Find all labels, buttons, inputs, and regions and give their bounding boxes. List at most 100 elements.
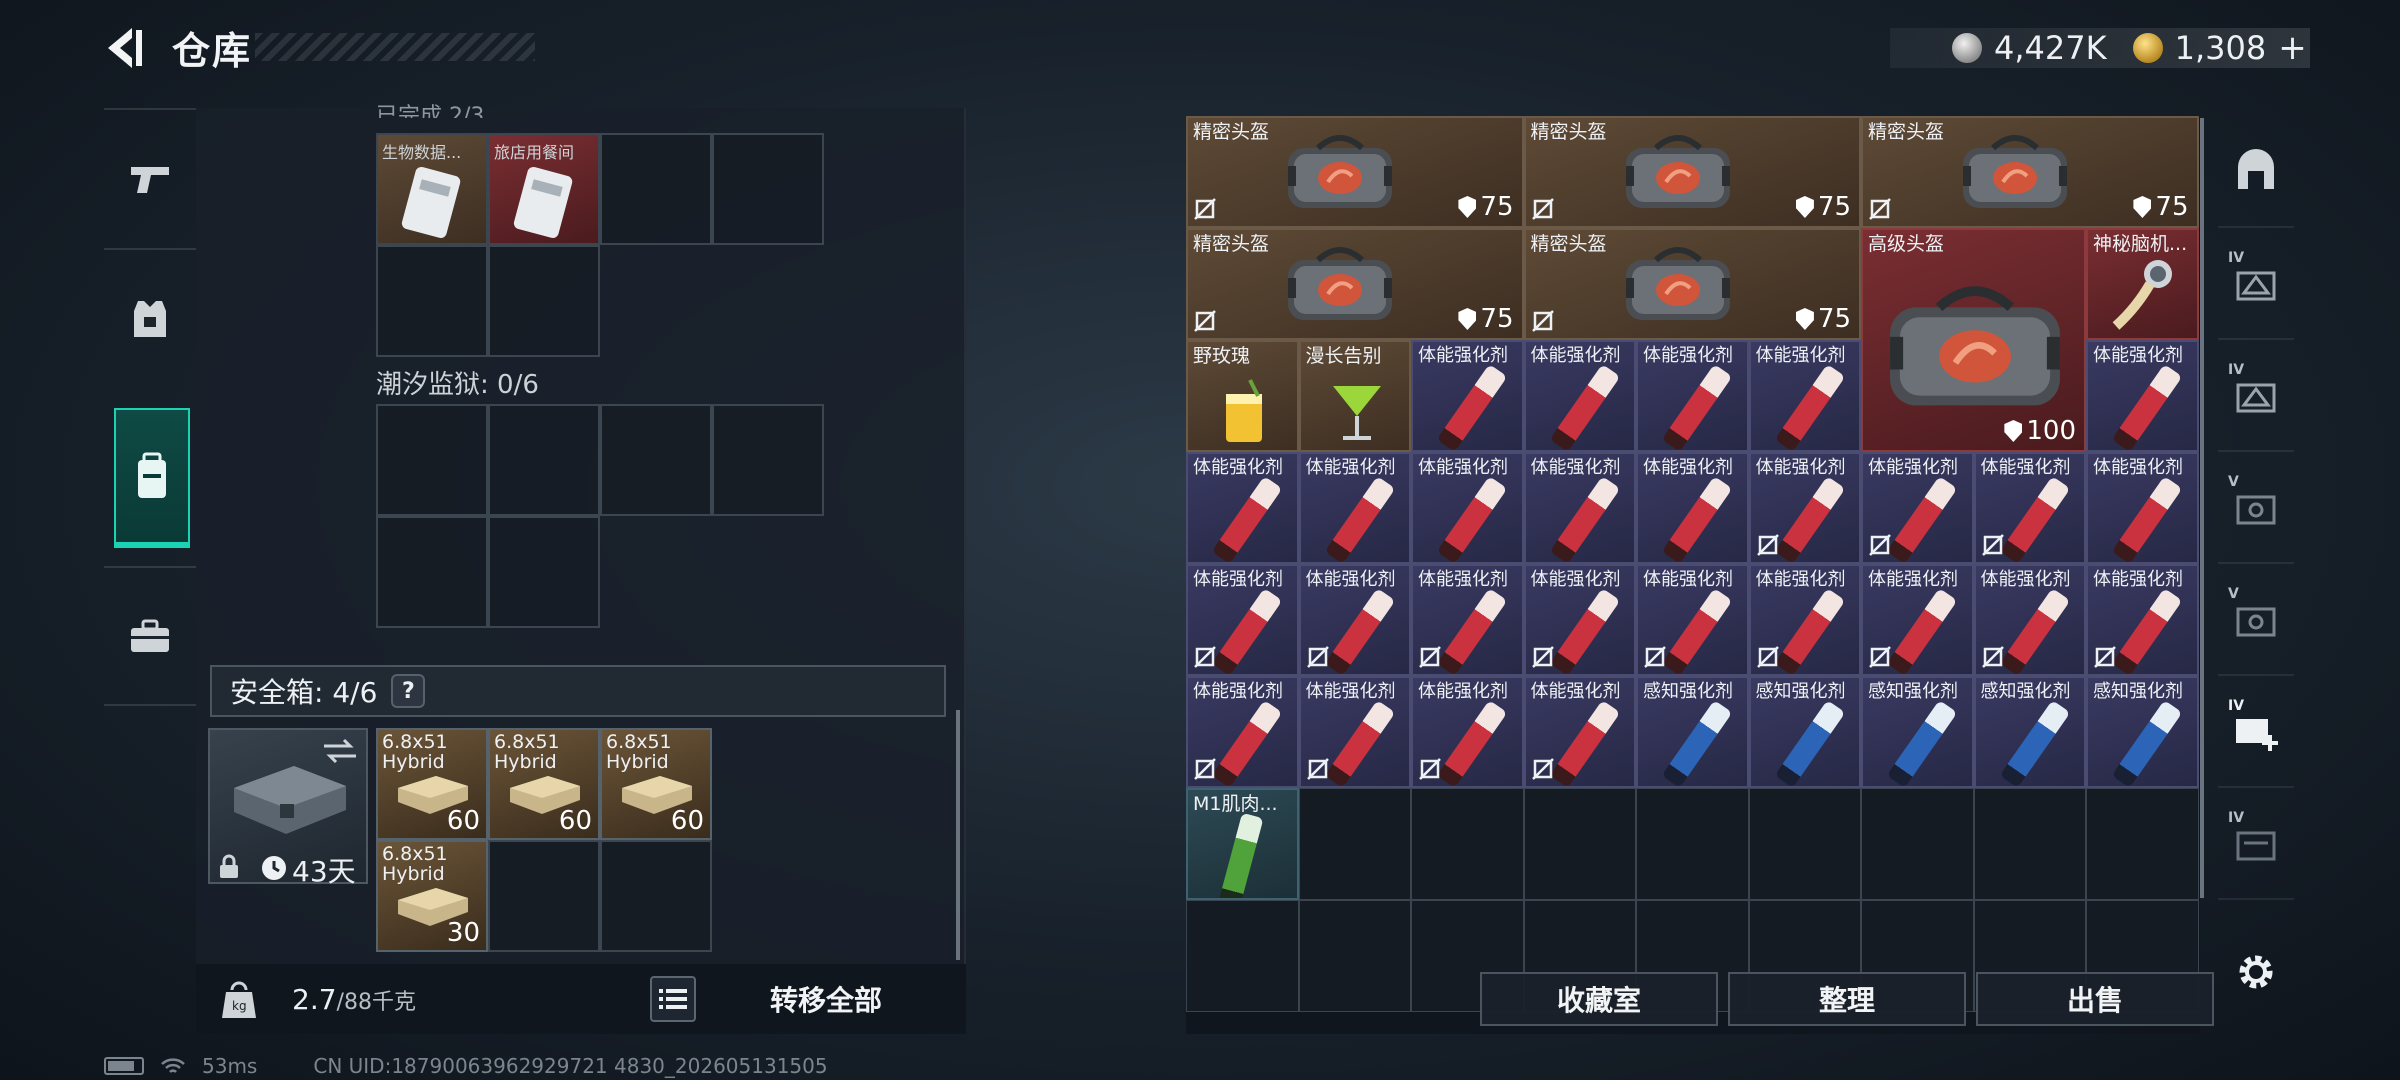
empty-slot[interactable] — [600, 840, 712, 952]
stash-cell[interactable] — [1411, 788, 1524, 900]
empty-slot[interactable] — [488, 245, 600, 357]
stash-cell[interactable] — [1861, 788, 1974, 900]
stash-item[interactable]: 体能强化剂 — [1186, 564, 1299, 676]
stash-item[interactable]: 精密头盔 75 — [1523, 228, 1861, 340]
stash-item[interactable]: 体能强化剂 — [1636, 452, 1749, 564]
stash-tab-2[interactable]: IV — [2218, 340, 2294, 452]
item-name: 野玫瑰 — [1193, 345, 1251, 367]
item-name: 体能强化剂 — [1530, 569, 1621, 590]
stash-item[interactable]: 体能强化剂 — [1973, 452, 2086, 564]
stash-item[interactable]: 体能强化剂 — [2086, 452, 2199, 564]
add-currency-button[interactable]: + — [2278, 28, 2307, 68]
tab-weapons[interactable] — [104, 108, 196, 248]
stash-item[interactable]: 高级头盔 100 — [1861, 228, 2086, 452]
stash-item[interactable]: 精密头盔 75 — [1861, 116, 2199, 228]
empty-slot[interactable] — [600, 404, 712, 516]
stash-item[interactable]: 体能强化剂 — [1973, 564, 2086, 676]
empty-slot[interactable] — [376, 245, 488, 357]
empty-slot[interactable] — [600, 133, 712, 245]
stash-item[interactable]: 感知强化剂 — [2086, 676, 2199, 788]
stash-item[interactable]: 漫长告别 — [1298, 340, 1411, 452]
stash-item[interactable]: 感知强化剂 — [1748, 676, 1861, 788]
safebox-label: 安全箱: 4/6 — [230, 676, 378, 709]
stash-item[interactable]: 体能强化剂 — [1298, 564, 1411, 676]
card-slot[interactable]: 旅店用餐间 — [488, 133, 600, 245]
stash-scrollbar[interactable] — [2200, 118, 2204, 898]
tab-case[interactable] — [104, 566, 196, 706]
ammo-item[interactable]: 6.8x51 Hybrid 30 — [376, 840, 488, 952]
card-slot[interactable]: 生物数据... — [376, 133, 488, 245]
stash-item[interactable]: 体能强化剂 — [1411, 452, 1524, 564]
ammo-item[interactable]: 6.8x51 Hybrid 60 — [488, 728, 600, 840]
stash-item[interactable]: 体能强化剂 — [2086, 564, 2199, 676]
stash-item[interactable]: M1肌肉... — [1186, 788, 1299, 900]
stash-item[interactable]: 体能强化剂 — [1861, 564, 1974, 676]
tab-armor[interactable] — [104, 248, 196, 388]
stash-cell[interactable] — [1973, 788, 2086, 900]
stash-tab-locked[interactable]: IV — [2218, 788, 2294, 900]
stash-item[interactable]: 感知强化剂 — [1973, 676, 2086, 788]
empty-slot[interactable] — [376, 516, 488, 628]
stash-item[interactable]: 体能强化剂 — [1636, 564, 1749, 676]
ping-readout: 53ms — [202, 1054, 258, 1078]
stash-cell[interactable] — [2086, 788, 2199, 900]
stash-item[interactable]: 体能强化剂 — [1411, 676, 1524, 788]
sort-button[interactable]: 整理 — [1728, 972, 1966, 1026]
stash-cell[interactable] — [1636, 788, 1749, 900]
stash-item[interactable]: 体能强化剂 — [1748, 564, 1861, 676]
stash-cell[interactable] — [1298, 788, 1411, 900]
stash-item[interactable]: 体能强化剂 — [1523, 452, 1636, 564]
help-icon[interactable]: ? — [391, 674, 426, 708]
stash-tab-1[interactable]: IV — [2218, 228, 2294, 340]
left-scrollbar[interactable] — [956, 710, 960, 960]
stash-item[interactable]: 体能强化剂 — [1523, 564, 1636, 676]
empty-slot[interactable] — [488, 516, 600, 628]
empty-slot[interactable] — [712, 133, 824, 245]
item-name: 体能强化剂 — [1418, 345, 1508, 366]
back-arrow-icon[interactable] — [100, 22, 152, 74]
ammo-item[interactable]: 6.8x51 Hybrid 60 — [376, 728, 488, 840]
stash-tab-3[interactable]: V — [2218, 452, 2294, 564]
stash-cell[interactable] — [1748, 788, 1861, 900]
stash-item[interactable]: 体能强化剂 — [1748, 452, 1861, 564]
stash-item[interactable]: 野玫瑰 — [1186, 340, 1299, 452]
stash-tab-4[interactable]: V — [2218, 564, 2294, 676]
settings-button[interactable] — [2218, 916, 2294, 1028]
stash-item[interactable]: 神秘脑机... — [2086, 228, 2199, 340]
sell-button[interactable]: 出售 — [1976, 972, 2214, 1026]
stash-cell[interactable] — [1186, 900, 1299, 1012]
transfer-all-button[interactable]: 转移全部 — [716, 972, 936, 1026]
stash-item[interactable]: 体能强化剂 — [1523, 340, 1636, 452]
stash-item[interactable]: 体能强化剂 — [1411, 564, 1524, 676]
empty-slot[interactable] — [712, 404, 824, 516]
add-stash-button[interactable]: IV — [2218, 676, 2294, 788]
stash-item[interactable]: 感知强化剂 — [1636, 676, 1749, 788]
stash-cell[interactable] — [1298, 900, 1411, 1012]
collection-room-button[interactable]: 收藏室 — [1480, 972, 1718, 1026]
ammo-name: 6.8x51 Hybrid — [382, 843, 448, 885]
empty-slot[interactable] — [376, 404, 488, 516]
stash-item[interactable]: 体能强化剂 — [1186, 452, 1299, 564]
stash-item[interactable]: 体能强化剂 — [1748, 340, 1861, 452]
ammo-name: 6.8x51 Hybrid — [382, 731, 448, 773]
empty-slot[interactable] — [488, 404, 600, 516]
stash-item[interactable]: 体能强化剂 — [1298, 452, 1411, 564]
stash-item[interactable]: 感知强化剂 — [1861, 676, 1974, 788]
stash-item[interactable]: 体能强化剂 — [1298, 676, 1411, 788]
tab-backpack[interactable] — [114, 408, 190, 548]
list-view-button[interactable] — [650, 976, 696, 1022]
empty-slot[interactable] — [488, 840, 600, 952]
stash-item[interactable]: 体能强化剂 — [1861, 452, 1974, 564]
ammo-item[interactable]: 6.8x51 Hybrid 60 — [600, 728, 712, 840]
stash-item[interactable]: 体能强化剂 — [2086, 340, 2199, 452]
safebox-case[interactable]: 43天 — [208, 728, 368, 888]
stash-item[interactable]: 精密头盔 75 — [1523, 116, 1861, 228]
stash-item[interactable]: 精密头盔 75 — [1186, 228, 1524, 340]
stash-item[interactable]: 体能强化剂 — [1411, 340, 1524, 452]
stash-item[interactable]: 精密头盔 75 — [1186, 116, 1524, 228]
stash-cell[interactable] — [1523, 788, 1636, 900]
stash-item[interactable]: 体能强化剂 — [1636, 340, 1749, 452]
stash-item[interactable]: 体能强化剂 — [1186, 676, 1299, 788]
stash-tab-main[interactable] — [2218, 116, 2294, 228]
stash-item[interactable]: 体能强化剂 — [1523, 676, 1636, 788]
